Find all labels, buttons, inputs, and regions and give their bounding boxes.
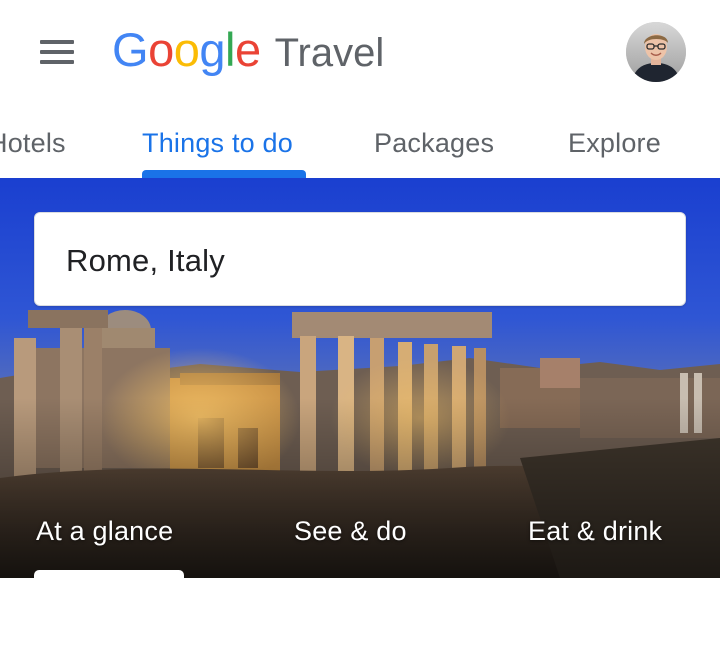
active-section-indicator [34, 570, 184, 578]
user-avatar[interactable] [626, 22, 686, 82]
google-travel-logo[interactable]: Google Travel [112, 22, 384, 82]
tab-hotels[interactable]: Hotels [0, 128, 66, 159]
section-tab-at-a-glance[interactable]: At a glance [36, 516, 173, 547]
hamburger-menu-icon[interactable] [28, 29, 86, 75]
section-tab-see-and-do[interactable]: See & do [294, 516, 407, 547]
tab-packages[interactable]: Packages [374, 128, 494, 159]
active-tab-indicator [142, 170, 306, 178]
google-wordmark: Google [112, 23, 261, 76]
travel-tabs: Hotels Things to do Packages Explore [0, 112, 720, 178]
section-tab-eat-and-drink[interactable]: Eat & drink [528, 516, 662, 547]
tab-explore[interactable]: Explore [568, 128, 661, 159]
destination-hero: Rome, Italy At a glance See & do Eat & d… [0, 178, 720, 578]
google-travel-app: Google Travel otels Things to do Package… [0, 0, 720, 648]
product-name: Travel [274, 31, 385, 75]
search-value: Rome, Italy [66, 243, 225, 278]
user-avatar-icon [626, 22, 686, 82]
tab-things-to-do[interactable]: Things to do [142, 128, 293, 159]
app-header: Google Travel [0, 0, 720, 100]
destination-search-input[interactable]: Rome, Italy [34, 212, 686, 306]
